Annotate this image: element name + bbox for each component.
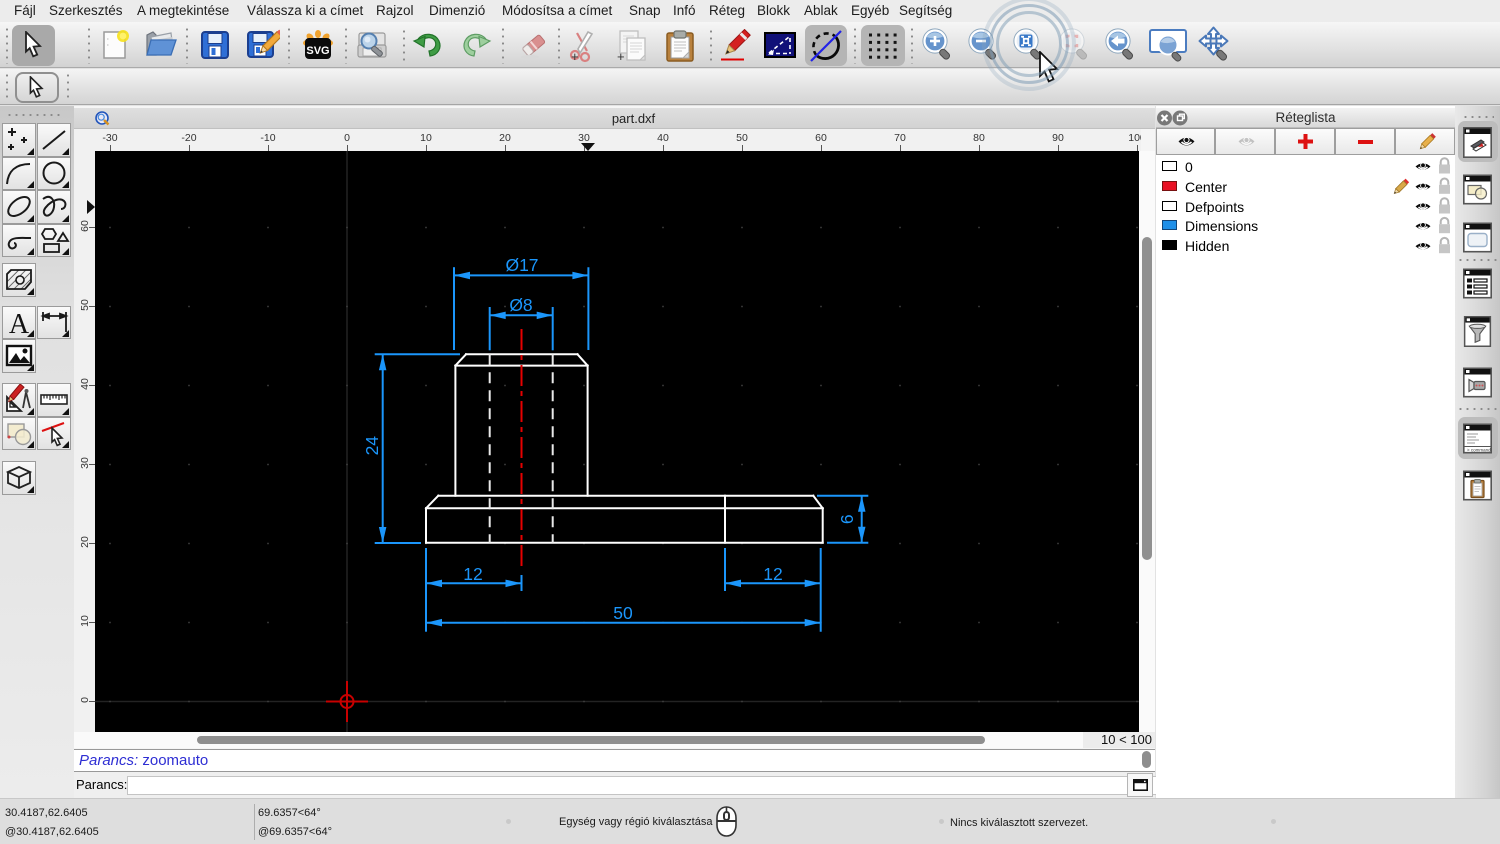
svg-text:+: + [571,49,579,63]
svg-text:SVG: SVG [306,45,329,57]
svg-text:> command: > command [1467,448,1491,453]
svg-text:12: 12 [463,564,482,584]
svg-text:12: 12 [763,564,782,584]
svg-text:24: 24 [362,436,382,456]
svg-text:6: 6 [837,514,857,524]
svg-text:Ø17: Ø17 [505,255,538,275]
svg-text:Ø8: Ø8 [509,295,532,315]
svg-text:50: 50 [613,603,633,623]
svg-text:+: + [617,49,625,63]
